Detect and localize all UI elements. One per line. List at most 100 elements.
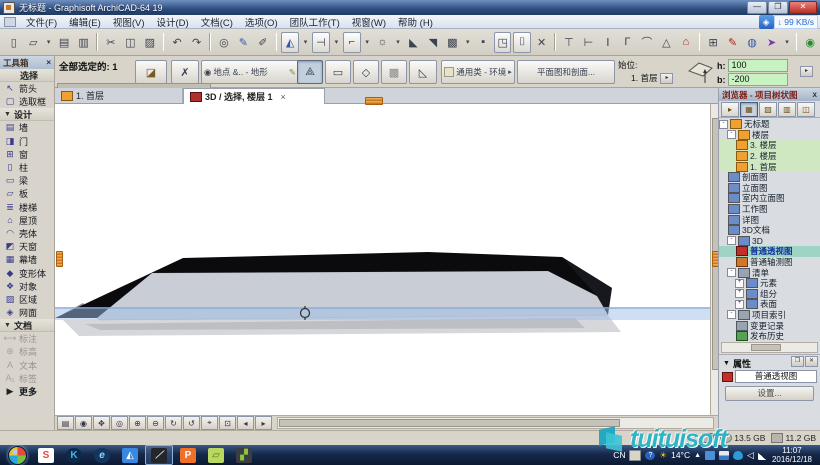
b-value-field[interactable]: -200 — [728, 73, 788, 86]
taskbar-k-app[interactable]: K — [61, 446, 87, 464]
redo-button[interactable]: ↷ — [188, 32, 205, 53]
tree-item-worksheets[interactable]: 工作图 — [719, 204, 820, 215]
tool-slab[interactable]: ▱板 — [0, 187, 54, 200]
taskbar-wps-app[interactable]: P — [175, 446, 201, 464]
mesh-settings-button[interactable]: ◪ — [135, 60, 167, 84]
tool-curtain-wall[interactable]: ▦幕墙 — [0, 253, 54, 266]
tool-dimension[interactable]: ⟷标注 — [0, 332, 54, 345]
navigator-horizontal-scrollbar[interactable] — [721, 342, 818, 353]
guide-lines-button[interactable]: ⊢ — [580, 32, 597, 53]
toolbox-more[interactable]: ▶ 更多 — [0, 385, 54, 398]
sun-shadow-button[interactable]: ☼ — [374, 32, 391, 53]
menu-edit[interactable]: 编辑(E) — [63, 15, 107, 29]
tab-3d-view[interactable]: 3D / 选择, 楼层 1 × — [183, 88, 325, 105]
paste-button[interactable]: ▨ — [141, 32, 158, 53]
taskbar-browser-app[interactable]: e — [89, 446, 115, 464]
pan-icon[interactable]: ✥ — [93, 416, 110, 430]
virtual-trace-dropdown[interactable]: ▾ — [301, 32, 310, 53]
h-value-field[interactable]: 100 — [728, 59, 788, 72]
print-button[interactable]: ▥ — [75, 32, 92, 53]
polygon-edit-button[interactable]: ⌂ — [677, 32, 694, 53]
scrollbar-thumb[interactable] — [279, 419, 620, 427]
menu-design[interactable]: 设计(D) — [150, 15, 194, 29]
open-dropdown[interactable]: ▾ — [44, 32, 53, 53]
trim-elements-button[interactable]: ⊣ — [312, 32, 329, 53]
user-origin-button[interactable]: ◉ — [801, 32, 818, 53]
tool-window[interactable]: ⊞窗 — [0, 148, 54, 161]
menu-document[interactable]: 文档(C) — [195, 15, 239, 29]
fit-in-window-icon[interactable]: ⊡ — [219, 416, 236, 430]
gravity-button[interactable]: ⊤ — [560, 32, 577, 53]
geometry-regular-button[interactable]: ▩ — [381, 60, 407, 84]
cloud-tray-icon[interactable] — [705, 451, 715, 460]
cut-button[interactable]: ✂ — [102, 32, 119, 53]
morph-dropdown[interactable]: ▾ — [782, 32, 791, 53]
tool-object[interactable]: ❖对象 — [0, 280, 54, 293]
zoom-set-icon[interactable]: ◎ — [111, 416, 128, 430]
tree-item-sections[interactable]: 剖面图 — [719, 172, 820, 183]
expander-icon[interactable]: + — [735, 300, 744, 309]
tool-arrow[interactable]: ↖ 箭头 — [0, 82, 54, 95]
geometry-rotated-rect-button[interactable]: ◇ — [353, 60, 379, 84]
reference-line-button[interactable]: ⌐ — [343, 32, 360, 53]
offset-button[interactable]: △ — [658, 32, 675, 53]
minimize-button[interactable]: — — [747, 1, 767, 14]
open-button[interactable]: ▱ — [24, 32, 41, 53]
zoom-out-icon[interactable]: ⊖ — [147, 416, 164, 430]
tool-marquee[interactable]: ▢ 选取框 — [0, 95, 54, 108]
tool-door[interactable]: ◨门 — [0, 135, 54, 148]
pane-handle-left[interactable] — [56, 251, 63, 267]
expander-icon[interactable]: - — [727, 130, 736, 139]
group-button[interactable]: ▩ — [444, 32, 461, 53]
shadow-off-button[interactable]: ◥ — [424, 32, 441, 53]
fillet-button[interactable]: ⌒ — [638, 32, 655, 53]
geometry-rectangle-button[interactable]: ▭ — [325, 60, 351, 84]
virtual-trace-button[interactable]: ◭ — [281, 32, 298, 53]
menu-view[interactable]: 视图(V) — [107, 15, 151, 29]
tree-item-story-1[interactable]: 1. 首层 — [719, 161, 820, 172]
menu-window[interactable]: 视窗(W) — [346, 15, 392, 29]
corner-button[interactable]: Γ — [619, 32, 636, 53]
element-class-dropdown[interactable]: 通用类 - 环境 ▸ — [441, 60, 515, 84]
red-marker-button[interactable]: ✎ — [724, 32, 741, 53]
keyboard-icon[interactable] — [629, 450, 641, 461]
tag-bubble-button[interactable]: ◍ — [743, 32, 760, 53]
zoom-menu-icon[interactable]: ◉ — [75, 416, 92, 430]
split-button[interactable]: Ⅰ — [599, 32, 616, 53]
favorites-button[interactable]: ✗ — [171, 60, 199, 84]
explore-icon[interactable]: ↺ — [183, 416, 200, 430]
group-dropdown[interactable]: ▾ — [463, 32, 472, 53]
tool-morph[interactable]: ◆变形体 — [0, 266, 54, 279]
tree-item-publish-history[interactable]: 发布历史 — [719, 331, 820, 341]
network-signal-icon[interactable] — [758, 451, 768, 460]
inject-parameters-button[interactable]: ✐ — [254, 32, 271, 53]
taskbar-sogou-app[interactable]: S — [33, 446, 59, 464]
save-button[interactable]: ▤ — [55, 32, 72, 53]
toolbox-header[interactable]: 工具箱 × — [0, 56, 54, 69]
reference-dropdown[interactable]: ▾ — [363, 32, 372, 53]
tool-roof[interactable]: ⌂屋顶 — [0, 214, 54, 227]
shadow-on-button[interactable]: ◣ — [405, 32, 422, 53]
expander-icon[interactable]: - — [719, 120, 728, 129]
tool-stair[interactable]: ≣楼梯 — [0, 201, 54, 214]
publisher-icon[interactable]: ◫ — [797, 102, 815, 117]
navigator-header[interactable]: 浏览器 - 项目树状图 x — [719, 88, 820, 101]
menu-help[interactable]: 帮助 (H) — [392, 15, 439, 29]
mesh-ramp-button[interactable]: ◺ — [409, 60, 437, 84]
3d-viewport[interactable] — [55, 104, 711, 415]
close-view-button[interactable]: ✕ — [533, 32, 550, 53]
restore-button[interactable]: ❐ — [768, 1, 788, 14]
taskbar-notes-app[interactable]: ▱ — [203, 446, 229, 464]
infobox-more-arrow[interactable]: ▸ — [800, 66, 813, 77]
expander-icon[interactable]: + — [735, 289, 744, 298]
expander-icon[interactable]: + — [735, 279, 744, 288]
tool-column[interactable]: ▯柱 — [0, 161, 54, 174]
orbit-icon[interactable]: ↻ — [165, 416, 182, 430]
pick-up-parameters-button[interactable]: ✎ — [235, 32, 252, 53]
tree-item-project[interactable]: -无标题 — [719, 119, 820, 130]
tab-close-icon[interactable]: × — [281, 92, 286, 102]
expander-icon[interactable]: - — [727, 268, 736, 277]
close-button[interactable]: ✕ — [789, 1, 817, 14]
pane-handle-top[interactable] — [365, 97, 383, 105]
help-tray-icon[interactable]: ? — [645, 451, 655, 460]
